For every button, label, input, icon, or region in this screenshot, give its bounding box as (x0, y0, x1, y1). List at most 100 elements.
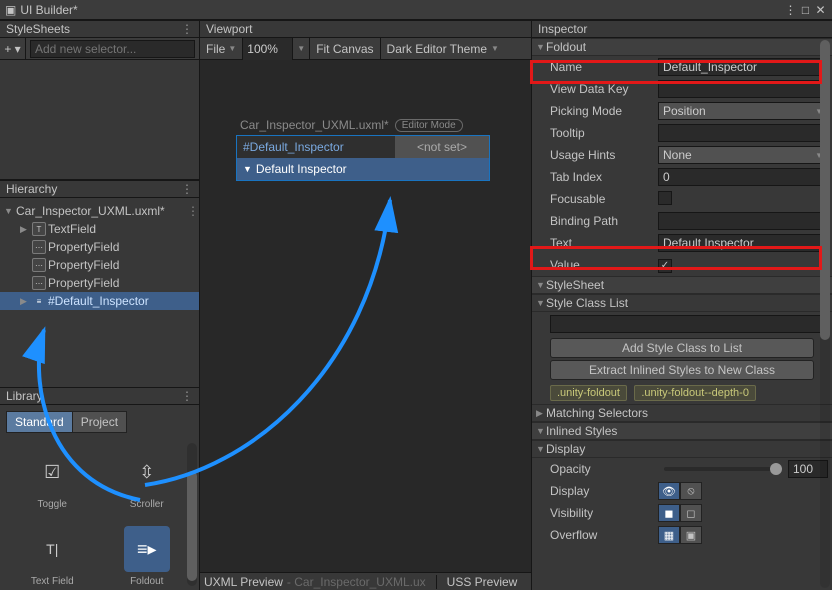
usage-hints-select[interactable]: None▼ (658, 146, 828, 164)
focusable-checkbox[interactable] (658, 191, 672, 205)
tab-standard[interactable]: Standard (6, 411, 73, 433)
editor-mode-badge: Editor Mode (395, 119, 463, 132)
display-header[interactable]: ▼ Display (532, 440, 832, 458)
textfield-type-icon: T (32, 222, 46, 236)
inspector-stylesheet-header[interactable]: ▼ StyleSheet (532, 276, 832, 294)
tab-project[interactable]: Project (73, 411, 127, 433)
zoom-input[interactable] (243, 38, 293, 60)
library-item-foldout[interactable]: ≡▸ Foldout (105, 520, 190, 590)
canvas-not-set: <not set> (395, 136, 489, 158)
theme-label: Dark Editor Theme (387, 42, 487, 56)
picking-mode-select[interactable]: Position▼ (658, 102, 828, 120)
window-icon: ▣ (5, 3, 16, 17)
file-menu-label: File (206, 42, 225, 56)
display-title: Display (546, 442, 585, 456)
theme-select[interactable]: Dark Editor Theme ▼ (381, 38, 531, 60)
library-item-toggle[interactable]: ☑ Toggle (10, 443, 95, 516)
extract-styles-button[interactable]: Extract Inlined Styles to New Class (550, 360, 814, 380)
foldout-tri-icon[interactable]: ▼ (243, 164, 252, 174)
new-selector-input[interactable] (30, 40, 195, 58)
row-name: Name (532, 56, 832, 78)
style-class-list-header[interactable]: ▼ Style Class List (532, 294, 832, 312)
window-menu-icon[interactable]: ⋮ (784, 3, 797, 16)
visibility-hidden-toggle[interactable]: ◻ (680, 504, 702, 522)
library-item-scroller[interactable]: ⇳ Scroller (105, 443, 190, 516)
foldout-icon: ≡▸ (124, 526, 170, 572)
inlined-styles-header[interactable]: ▼ Inlined Styles (532, 422, 832, 440)
chevron-down-icon: ▼ (228, 44, 236, 53)
inspector-foldout-header[interactable]: ▼ Foldout (532, 38, 832, 56)
matching-selectors-header[interactable]: ▶ Matching Selectors (532, 404, 832, 422)
hierarchy-more-icon[interactable]: ⋮ (181, 182, 193, 196)
foldout-tri-icon[interactable]: ▼ (4, 206, 14, 216)
hierarchy-title: Hierarchy (6, 182, 181, 196)
hierarchy-root[interactable]: ▼ Car_Inspector_UXML.uxml* ⋮ (0, 202, 199, 220)
expand-icon[interactable]: ▶ (20, 296, 30, 307)
binding-path-label: Binding Path (550, 214, 658, 228)
hierarchy-item-textfield[interactable]: ▶ T TextField (0, 220, 199, 238)
stylesheet-title: StyleSheet (546, 278, 604, 292)
matching-selectors-title: Matching Selectors (546, 406, 648, 420)
tooltip-field[interactable] (658, 124, 828, 142)
row-view-data-key: View Data Key (532, 78, 832, 100)
style-class-list-title: Style Class List (546, 296, 628, 310)
stylesheets-more-icon[interactable]: ⋮ (181, 22, 193, 36)
hierarchy-item-label: TextField (48, 222, 96, 236)
overflow-visible-toggle[interactable]: ▦ (658, 526, 680, 544)
chevron-down-icon: ▼ (536, 280, 546, 290)
canvas-foldout-row[interactable]: ▼ Default Inspector (237, 158, 489, 180)
canvas-foldout-text: Default Inspector (256, 162, 347, 176)
add-selector-button[interactable]: + ▾ (0, 38, 26, 60)
display-none-toggle[interactable]: ⦸ (680, 482, 702, 500)
hierarchy-item-property2[interactable]: ⋯ PropertyField (0, 256, 199, 274)
row-overflow: Overflow ▦ ▣ (532, 524, 832, 546)
file-menu-button[interactable]: File ▼ (200, 38, 243, 60)
style-class-input[interactable] (550, 315, 828, 333)
name-field[interactable] (658, 58, 828, 76)
fit-canvas-button[interactable]: Fit Canvas (310, 38, 380, 60)
property-type-icon: ⋯ (32, 276, 46, 290)
window-maximize-icon[interactable]: □ (799, 3, 812, 16)
uss-preview-label[interactable]: USS Preview (447, 575, 518, 589)
value-label: Value (550, 258, 658, 272)
class-chip[interactable]: .unity-foldout--depth-0 (634, 385, 756, 401)
textfield-icon: T| (29, 526, 75, 572)
display-label: Display (550, 484, 658, 498)
library-item-label: Foldout (130, 576, 163, 587)
row-binding-path: Binding Path (532, 210, 832, 232)
library-scrollbar[interactable] (187, 443, 197, 586)
hierarchy-item-property1[interactable]: ⋯ PropertyField (0, 238, 199, 256)
class-chip[interactable]: .unity-foldout (550, 385, 627, 401)
view-data-key-field[interactable] (658, 80, 828, 98)
add-style-class-button[interactable]: Add Style Class to List (550, 338, 814, 358)
name-label: Name (550, 60, 658, 74)
visibility-visible-toggle[interactable]: ◼ (658, 504, 680, 522)
overflow-hidden-toggle[interactable]: ▣ (680, 526, 702, 544)
hierarchy-item-label: #Default_Inspector (48, 294, 149, 308)
value-checkbox[interactable]: ✓ (658, 259, 672, 273)
uxml-preview-label[interactable]: UXML Preview (204, 575, 283, 589)
usage-hints-label: Usage Hints (550, 148, 658, 162)
library-item-textfield[interactable]: T| Text Field (10, 520, 95, 590)
display-flex-toggle[interactable]: 👁 (658, 482, 680, 500)
text-field[interactable] (658, 234, 828, 252)
inspector-title: Inspector (538, 22, 826, 36)
zoom-dropdown-icon[interactable]: ▼ (293, 38, 310, 60)
toggle-icon: ☑ (29, 449, 75, 495)
stylesheets-title: StyleSheets (6, 22, 181, 36)
viewport-header: Viewport (200, 20, 531, 38)
library-more-icon[interactable]: ⋮ (181, 389, 193, 403)
hierarchy-item-default-inspector[interactable]: ▶ ≡ #Default_Inspector (0, 292, 199, 310)
chevron-down-icon: ▼ (491, 44, 499, 53)
tab-index-field[interactable] (658, 168, 828, 186)
window-close-icon[interactable]: ✕ (814, 3, 827, 16)
expand-icon[interactable]: ▶ (20, 224, 30, 235)
opacity-slider[interactable] (664, 467, 782, 471)
hierarchy-item-property3[interactable]: ⋯ PropertyField (0, 274, 199, 292)
row-tooltip: Tooltip (532, 122, 832, 144)
binding-path-field[interactable] (658, 212, 828, 230)
inspector-scrollbar[interactable] (820, 40, 830, 588)
property-type-icon: ⋯ (32, 240, 46, 254)
canvas-selector-chip[interactable]: #Default_Inspector (243, 140, 344, 154)
hierarchy-root-more-icon[interactable]: ⋮ (187, 204, 199, 218)
